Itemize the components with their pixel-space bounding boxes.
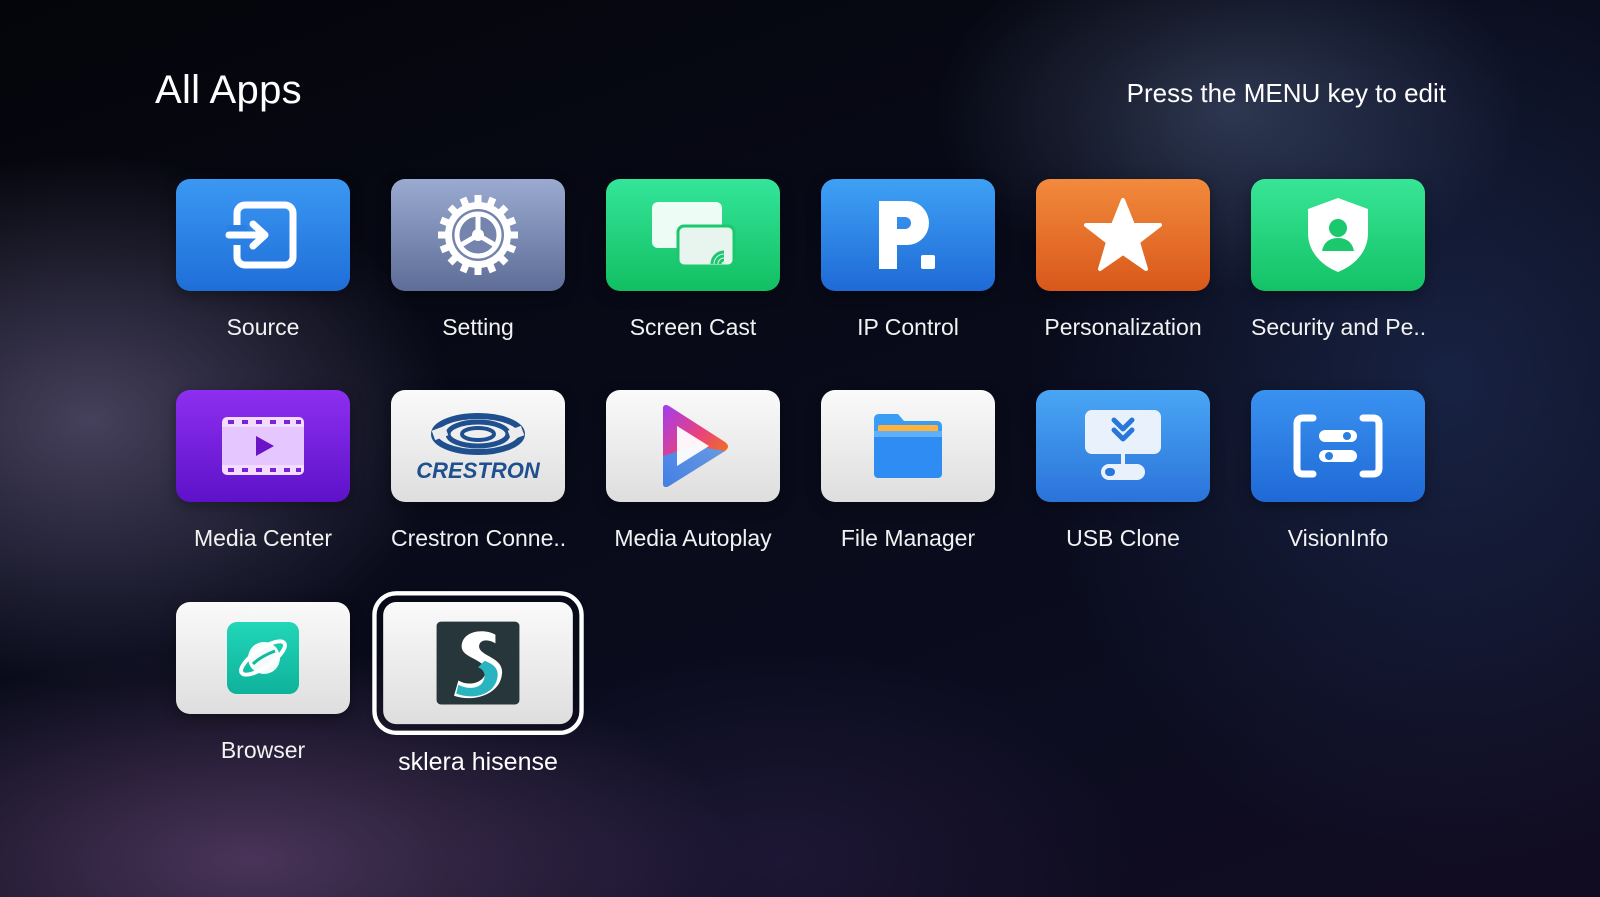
- app-tile-usb-clone[interactable]: USB Clone: [1036, 390, 1210, 552]
- app-label: Source: [226, 314, 300, 340]
- play-triangle-icon: [663, 404, 728, 488]
- app-tile-screen-cast[interactable]: Screen Cast: [606, 179, 780, 341]
- app-tile-setting[interactable]: Setting: [391, 179, 565, 341]
- page-title: All Apps: [155, 68, 302, 112]
- app-label: Media Autoplay: [614, 525, 772, 551]
- app-icon-box[interactable]: [372, 591, 584, 735]
- crestron-logo-icon: CRESTRON: [416, 413, 541, 483]
- app-tile-file-manager[interactable]: File Manager: [821, 390, 995, 552]
- app-icon-box[interactable]: [391, 179, 565, 291]
- app-label: Security and Pe..: [1251, 314, 1427, 340]
- app-tile-browser[interactable]: Browser: [176, 602, 350, 764]
- app-label: Crestron Conne..: [391, 525, 567, 551]
- app-icon-box[interactable]: [606, 390, 780, 502]
- gear-icon: [438, 195, 518, 275]
- browser-planet-icon: [227, 622, 299, 694]
- screen-cast-icon: [652, 202, 736, 268]
- app-icon-box[interactable]: CRESTRON: [391, 390, 565, 502]
- app-tile-crestron[interactable]: CRESTRON Crestron Conne..: [391, 390, 567, 552]
- app-icon-box[interactable]: [821, 390, 995, 502]
- app-label: Setting: [442, 314, 514, 340]
- app-tile-personalization[interactable]: Personalization: [1036, 179, 1210, 341]
- app-icon-box[interactable]: [176, 602, 350, 714]
- app-label: File Manager: [840, 525, 976, 551]
- app-label: IP Control: [857, 314, 959, 340]
- app-icon-box[interactable]: [1036, 179, 1210, 291]
- vision-info-icon: [1293, 414, 1383, 478]
- shield-user-icon: [1308, 198, 1368, 272]
- app-tile-visioninfo[interactable]: VisionInfo: [1251, 390, 1425, 552]
- app-tile-source[interactable]: Source: [176, 179, 350, 341]
- app-label: VisionInfo: [1287, 525, 1389, 551]
- usb-download-icon: [1085, 410, 1161, 480]
- app-label: Media Center: [193, 525, 333, 551]
- app-icon-box[interactable]: [1251, 179, 1425, 291]
- all-apps-screen: All Apps Press the MENU key to edit Sour…: [0, 0, 1600, 897]
- app-icon-box[interactable]: [821, 179, 995, 291]
- app-tile-media-center[interactable]: Media Center: [176, 390, 350, 552]
- menu-hint-text: Press the MENU key to edit: [1126, 78, 1446, 108]
- app-tile-security[interactable]: Security and Pe..: [1251, 179, 1427, 341]
- source-input-icon: [225, 201, 297, 269]
- crestron-logo-text: CRESTRON: [416, 458, 541, 483]
- app-icon-box[interactable]: [1036, 390, 1210, 502]
- app-label: Personalization: [1044, 314, 1202, 340]
- star-icon: [1084, 198, 1162, 271]
- app-icon-box[interactable]: [1251, 390, 1425, 502]
- app-tile-media-autoplay[interactable]: Media Autoplay: [606, 390, 780, 552]
- app-label: USB Clone: [1066, 525, 1180, 551]
- app-tile-ip-control[interactable]: IP Control: [821, 179, 995, 341]
- app-label: Browser: [220, 737, 306, 763]
- film-play-icon: [222, 417, 304, 475]
- app-label: sklera hisense: [398, 748, 558, 776]
- app-label: Screen Cast: [629, 314, 757, 340]
- folder-icon: [874, 414, 942, 478]
- app-icon-box[interactable]: [606, 179, 780, 291]
- app-icon-box[interactable]: [176, 179, 350, 291]
- sklera-s-logo-icon: [436, 621, 520, 705]
- ip-control-p-icon: [879, 201, 935, 269]
- app-tile-sklera-hisense[interactable]: sklera hisense: [372, 591, 584, 777]
- app-icon-box[interactable]: [176, 390, 350, 502]
